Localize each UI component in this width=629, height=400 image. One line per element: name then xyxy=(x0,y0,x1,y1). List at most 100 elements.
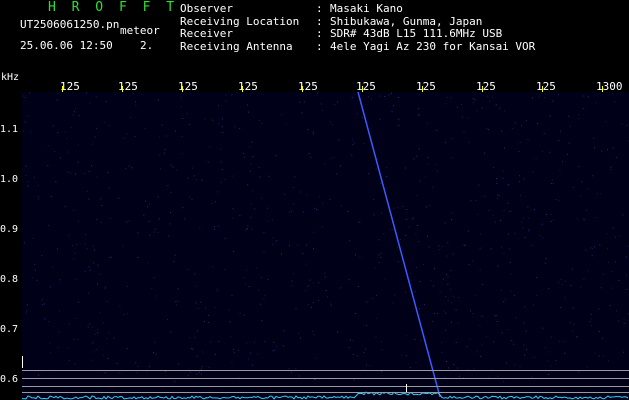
noise-speckle xyxy=(576,336,578,337)
noise-speckle xyxy=(423,304,425,306)
noise-speckle xyxy=(451,212,453,214)
noise-speckle xyxy=(170,164,172,166)
noise-speckle xyxy=(568,142,570,144)
noise-speckle xyxy=(511,340,513,342)
noise-speckle xyxy=(451,138,453,140)
noise-speckle xyxy=(413,158,415,160)
y-tick-label: 0.7 xyxy=(0,324,19,335)
noise-speckle xyxy=(177,300,179,302)
noise-speckle xyxy=(261,197,263,199)
noise-speckle xyxy=(503,170,505,172)
noise-speckle xyxy=(123,137,125,139)
noise-speckle xyxy=(271,244,273,246)
noise-speckle xyxy=(441,342,443,344)
noise-speckle xyxy=(60,157,62,159)
noise-speckle xyxy=(73,209,75,211)
x-tick-mark xyxy=(482,86,483,92)
noise-speckle xyxy=(220,148,222,150)
noise-speckle xyxy=(521,221,523,223)
noise-speckle xyxy=(481,107,483,109)
noise-speckle xyxy=(210,341,211,343)
noise-speckle xyxy=(250,203,252,205)
noise-speckle xyxy=(434,268,435,270)
noise-speckle xyxy=(75,278,77,280)
noise-speckle xyxy=(91,359,93,361)
noise-speckle xyxy=(239,128,241,130)
noise-speckle xyxy=(561,283,563,285)
noise-speckle xyxy=(178,363,180,365)
noise-speckle xyxy=(532,97,534,99)
noise-speckle xyxy=(170,331,172,333)
noise-speckle xyxy=(214,353,216,355)
noise-speckle xyxy=(503,147,505,149)
noise-speckle xyxy=(520,125,522,127)
reference-line xyxy=(22,386,629,387)
noise-speckle xyxy=(204,320,205,322)
noise-speckle xyxy=(224,237,226,239)
noise-speckle xyxy=(435,164,437,166)
noise-speckle xyxy=(320,103,322,105)
noise-speckle xyxy=(495,104,497,106)
noise-speckle xyxy=(436,170,438,172)
filename-label: UT2506061250.pn xyxy=(20,18,120,31)
noise-speckle xyxy=(218,340,220,342)
noise-speckle xyxy=(249,146,251,148)
noise-speckle xyxy=(245,229,247,231)
noise-speckle xyxy=(461,103,462,105)
noise-speckle xyxy=(352,340,354,342)
noise-speckle xyxy=(122,245,124,247)
noise-speckle xyxy=(165,135,167,137)
noise-speckle xyxy=(485,336,487,338)
noise-speckle xyxy=(396,247,398,249)
noise-speckle xyxy=(248,111,249,113)
noise-speckle xyxy=(311,306,312,308)
noise-speckle xyxy=(157,196,159,198)
noise-speckle xyxy=(427,163,429,165)
noise-speckle xyxy=(487,95,489,97)
noise-speckle xyxy=(73,114,75,116)
noise-speckle xyxy=(59,310,60,312)
noise-speckle xyxy=(175,304,177,306)
noise-speckle xyxy=(96,176,98,178)
noise-speckle xyxy=(348,347,350,348)
noise-speckle xyxy=(200,301,202,303)
noise-speckle xyxy=(221,168,223,170)
noise-speckle xyxy=(416,194,418,196)
noise-speckle xyxy=(480,233,482,235)
noise-speckle xyxy=(259,176,261,178)
noise-speckle xyxy=(31,277,33,279)
noise-speckle xyxy=(88,292,90,294)
noise-speckle xyxy=(86,92,88,94)
noise-speckle xyxy=(297,244,299,246)
noise-speckle xyxy=(626,124,628,126)
noise-speckle xyxy=(549,151,551,153)
noise-speckle xyxy=(397,207,399,209)
noise-speckle xyxy=(447,367,449,369)
noise-speckle xyxy=(392,228,394,230)
noise-speckle xyxy=(300,337,301,339)
noise-speckle xyxy=(261,123,263,124)
noise-speckle xyxy=(409,367,411,369)
noise-speckle xyxy=(536,277,538,278)
noise-speckle xyxy=(386,175,387,177)
noise-speckle xyxy=(313,248,314,250)
noise-speckle xyxy=(92,342,94,344)
noise-speckle xyxy=(243,314,245,316)
noise-speckle xyxy=(251,141,253,143)
noise-speckle xyxy=(404,167,406,169)
y-axis-unit: kHz xyxy=(1,72,20,83)
noise-speckle xyxy=(356,355,358,357)
noise-speckle xyxy=(73,111,75,113)
noise-speckle xyxy=(149,366,151,368)
noise-speckle xyxy=(284,194,286,196)
noise-speckle xyxy=(432,320,434,322)
noise-speckle xyxy=(480,355,481,357)
noise-speckle xyxy=(66,138,68,140)
noise-speckle xyxy=(626,289,628,290)
noise-speckle xyxy=(307,304,309,306)
noise-speckle xyxy=(316,92,318,94)
noise-speckle xyxy=(410,280,412,282)
noise-speckle xyxy=(225,100,227,102)
noise-speckle xyxy=(447,242,449,244)
noise-speckle xyxy=(73,258,75,260)
